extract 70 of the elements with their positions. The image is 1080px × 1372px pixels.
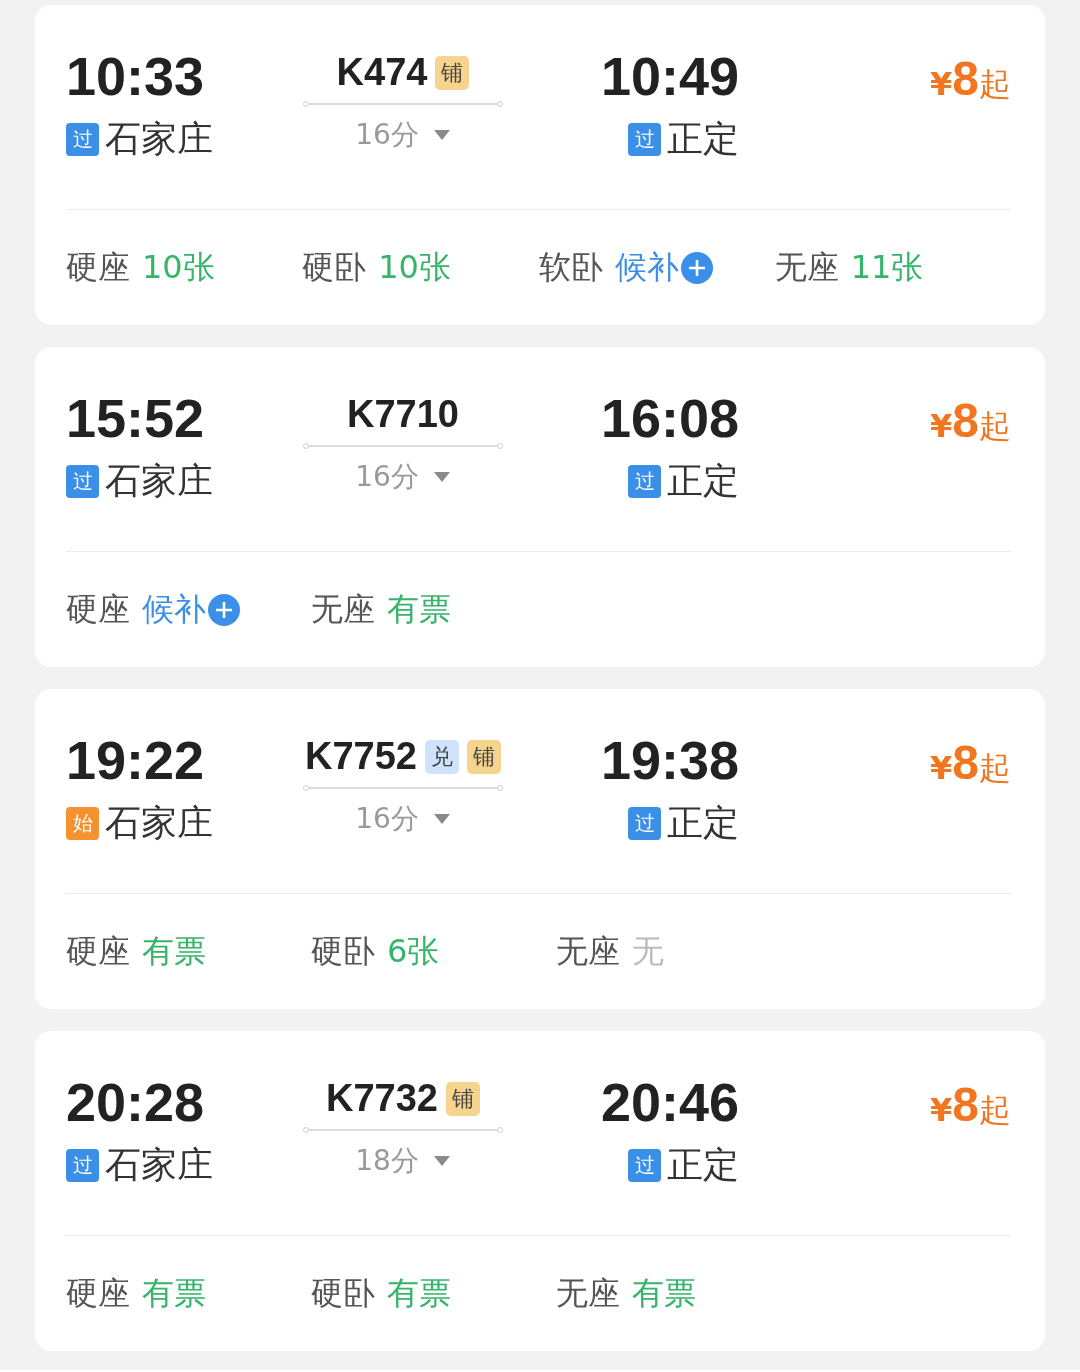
seat-availability: 有票 [387, 1272, 451, 1314]
seat-availability: 有票 [142, 1272, 206, 1314]
seat-availability: 有票 [387, 588, 451, 630]
arrival-time: 10:49 [600, 45, 739, 108]
seat-availability: 10张 [378, 246, 451, 288]
seat-availability: 候补 [614, 246, 679, 288]
seat-type: 硬座 [66, 588, 130, 630]
arrival-station: 正定 [667, 459, 739, 503]
train-number: K7752 [305, 735, 417, 778]
seat-type: 硬座 [66, 1272, 130, 1314]
departure-station: 石家庄 [105, 117, 213, 161]
caret-icon [432, 1155, 451, 1167]
station-tag: 过 [628, 464, 661, 498]
caret-icon [432, 813, 451, 825]
price: ¥8起 [929, 735, 1011, 791]
station-tag: 过 [66, 464, 99, 498]
departure-time: 20:28 [66, 1071, 206, 1134]
seat-type: 硬卧 [311, 930, 375, 972]
station-tag: 过 [66, 1148, 99, 1182]
seat-type: 硬卧 [302, 246, 367, 288]
train-card[interactable]: 20:28 过 石家庄 K7732 铺 18分 20:46 过 正定 ¥8起 硬座 有票 硬卧 有票 无座 有票 [35, 1031, 1045, 1351]
seat-availability: 11张 [850, 246, 924, 288]
seat-type: 无座 [556, 1272, 620, 1314]
train-tag: 铺 [446, 1081, 480, 1116]
seat-availability: 候补 [142, 588, 206, 630]
train-card[interactable]: 10:33 过 石家庄 K474 铺 16分 10:49 过 正定 ¥8起 硬座 10张 硬卧 10张 软卧 候补 无座 11张 [35, 5, 1045, 325]
departure-station: 石家庄 [105, 801, 213, 845]
station-tag: 过 [628, 1148, 661, 1182]
departure-station: 石家庄 [105, 1143, 213, 1187]
train-number: K474 [336, 51, 428, 94]
train-card[interactable]: 19:22 始 石家庄 K7752 兑 铺 16分 19:38 过 正定 ¥8起 硬座 有票 硬卧 6张 无座 无 [35, 689, 1045, 1009]
arrival-station: 正定 [667, 801, 739, 845]
station-tag: 过 [628, 806, 661, 840]
departure-station: 石家庄 [105, 459, 213, 503]
station-tag: 始 [66, 806, 99, 840]
seat-type: 硬座 [66, 246, 130, 288]
departure-time: 15:52 [66, 387, 206, 450]
price: ¥8起 [929, 51, 1011, 107]
train-tag: 铺 [467, 739, 501, 774]
caret-icon [432, 129, 451, 141]
station-tag: 过 [628, 122, 661, 156]
caret-icon [432, 471, 451, 483]
seat-availability: 10张 [142, 246, 215, 288]
seat-availability: 6张 [387, 930, 440, 972]
departure-time: 10:33 [66, 45, 206, 108]
train-number: K7710 [347, 393, 459, 436]
seat-type: 无座 [311, 588, 375, 630]
train-tag: 铺 [435, 55, 470, 90]
arrival-time: 19:38 [600, 729, 739, 792]
departure-time: 19:22 [66, 729, 206, 792]
station-tag: 过 [66, 122, 99, 156]
arrival-station: 正定 [667, 117, 739, 161]
seat-type: 无座 [774, 246, 839, 288]
seat-availability: 有票 [142, 930, 206, 972]
train-tag: 兑 [425, 739, 459, 774]
train-number: K7732 [326, 1077, 438, 1120]
seat-type: 无座 [556, 930, 620, 972]
seat-type: 硬卧 [311, 1272, 375, 1314]
price: ¥8起 [929, 1077, 1011, 1133]
price: ¥8起 [929, 393, 1011, 449]
arrival-time: 16:08 [600, 387, 739, 450]
add-icon[interactable] [680, 251, 713, 284]
train-card[interactable]: 15:52 过 石家庄 K7710 16分 16:08 过 正定 ¥8起 硬座 候补 无座 有票 [35, 347, 1045, 667]
seat-availability: 有票 [632, 1272, 696, 1314]
arrival-time: 20:46 [600, 1071, 739, 1134]
add-icon[interactable] [208, 593, 240, 626]
seat-type: 硬座 [66, 930, 130, 972]
seat-type: 软卧 [538, 246, 603, 288]
seat-availability: 无 [632, 930, 664, 972]
arrival-station: 正定 [667, 1143, 739, 1187]
